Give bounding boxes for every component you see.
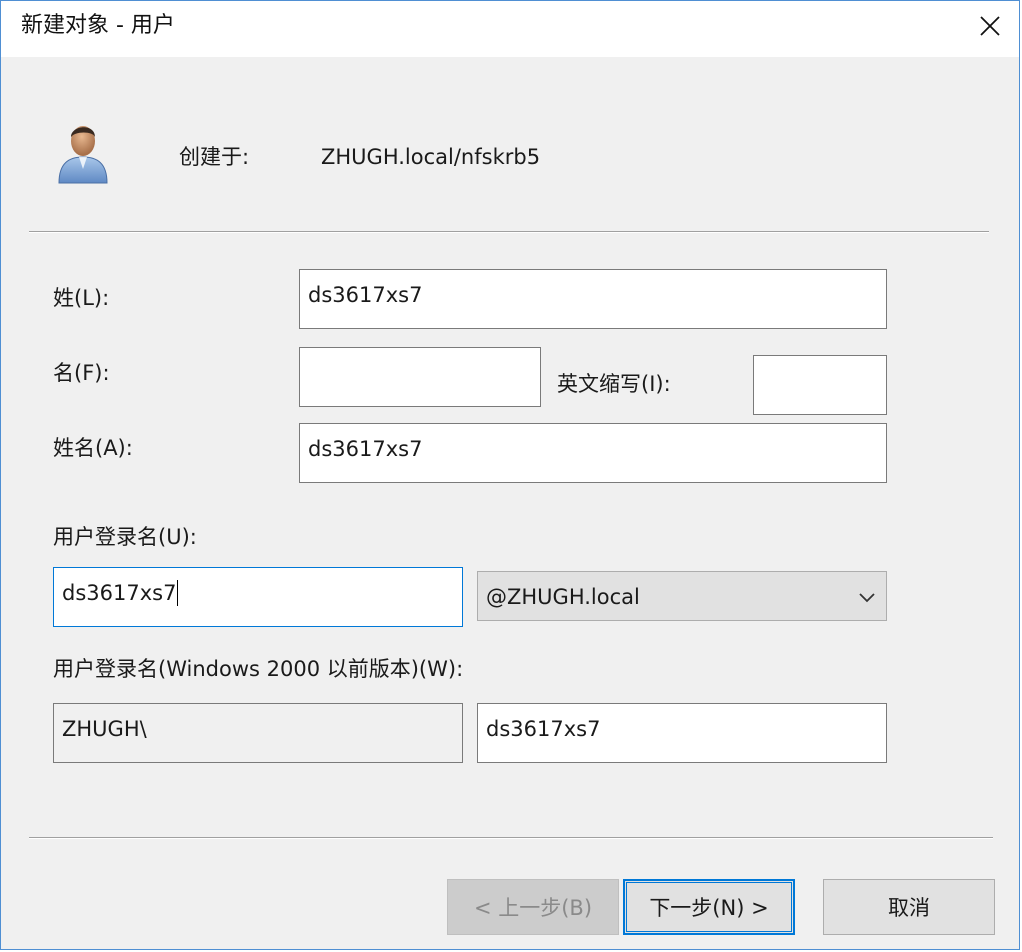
- upn-suffix-dropdown[interactable]: @ZHUGH.local: [477, 571, 887, 621]
- window-title: 新建对象 - 用户: [21, 13, 175, 38]
- header-divider: [29, 231, 989, 233]
- next-button[interactable]: 下一步(N) >: [623, 879, 795, 935]
- footer-divider: [29, 837, 993, 839]
- cancel-button-label: 取消: [888, 896, 930, 920]
- pre2000-name-field[interactable]: ds3617xs7: [477, 703, 887, 763]
- initials-label: 英文缩写(I):: [557, 372, 671, 396]
- back-button[interactable]: < 上一步(B): [447, 879, 619, 935]
- new-user-dialog: 新建对象 - 用户 创建于: ZHUGH.local/nfskrb5 姓(L):…: [0, 0, 1020, 950]
- created-in-label: 创建于:: [179, 145, 250, 169]
- text-cursor: [177, 580, 179, 606]
- logon-name-label: 用户登录名(U):: [53, 525, 197, 549]
- pre2000-logon-label: 用户登录名(Windows 2000 以前版本)(W):: [53, 657, 464, 681]
- logon-name-field[interactable]: ds3617xs7: [53, 567, 463, 627]
- pre2000-domain-field: ZHUGH\: [53, 703, 463, 763]
- cancel-button[interactable]: 取消: [823, 879, 995, 935]
- title-bar: 新建对象 - 用户: [1, 1, 1019, 57]
- dialog-content: 创建于: ZHUGH.local/nfskrb5 姓(L): ds3617xs7…: [1, 57, 1019, 949]
- logon-name-value: ds3617xs7: [62, 581, 177, 605]
- user-icon: [53, 117, 113, 187]
- close-button[interactable]: [967, 1, 1013, 51]
- first-name-field[interactable]: [299, 347, 541, 407]
- full-name-field[interactable]: ds3617xs7: [299, 423, 887, 483]
- close-icon: [980, 16, 1000, 36]
- upn-suffix-selected: @ZHUGH.local: [486, 585, 640, 609]
- last-name-label: 姓(L):: [53, 286, 110, 310]
- initials-field[interactable]: [753, 355, 887, 415]
- last-name-field[interactable]: ds3617xs7: [299, 269, 887, 329]
- created-in-value: ZHUGH.local/nfskrb5: [321, 145, 541, 169]
- first-name-label: 名(F):: [53, 361, 110, 385]
- full-name-label: 姓名(A):: [53, 436, 133, 460]
- next-button-label: 下一步(N) >: [649, 896, 769, 920]
- chevron-down-icon: [859, 593, 875, 603]
- back-button-label: < 上一步(B): [473, 896, 593, 920]
